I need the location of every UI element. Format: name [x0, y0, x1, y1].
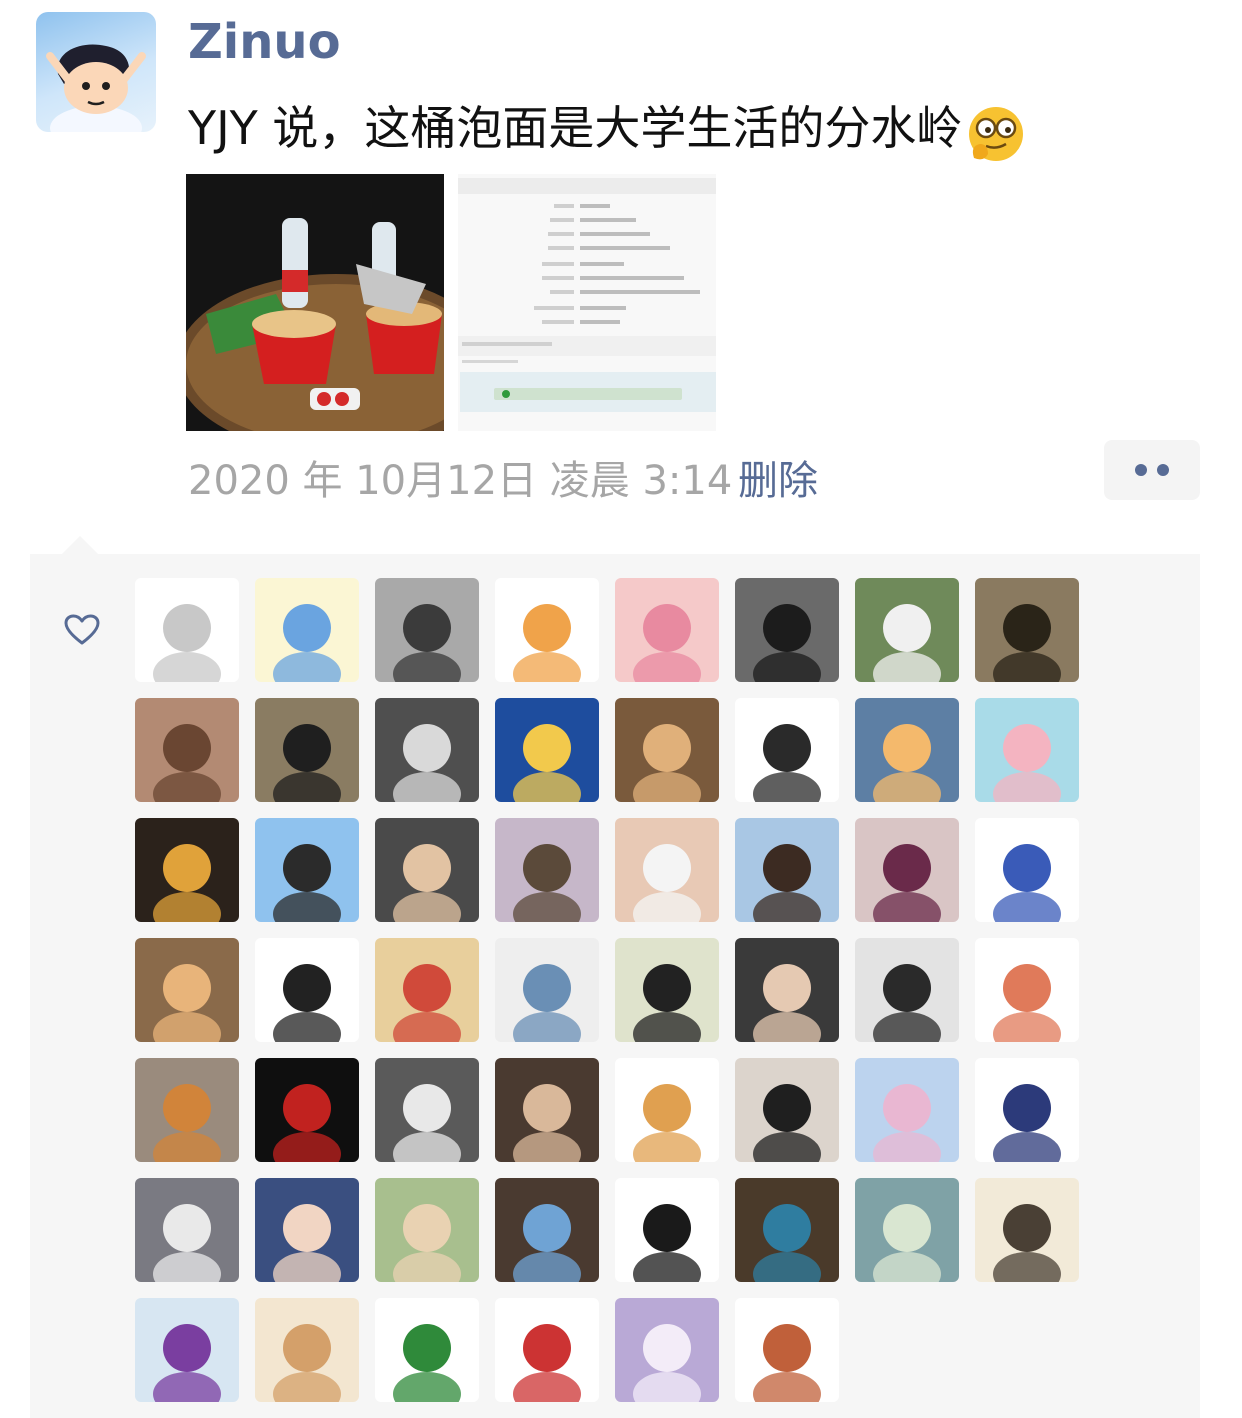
liker-avatar[interactable]: [135, 698, 239, 802]
heart-outline-icon: [64, 614, 100, 650]
liker-avatar[interactable]: [255, 938, 359, 1042]
liker-avatar[interactable]: [975, 938, 1079, 1042]
likes-panel: [30, 554, 1200, 1418]
liker-avatar[interactable]: [375, 938, 479, 1042]
liker-avatar[interactable]: [855, 1058, 959, 1162]
liker-avatar[interactable]: [375, 1298, 479, 1402]
liker-avatar[interactable]: [735, 1058, 839, 1162]
liker-avatar[interactable]: [615, 938, 719, 1042]
liker-avatar[interactable]: [375, 1178, 479, 1282]
liker-avatar[interactable]: [375, 698, 479, 802]
liker-avatar[interactable]: [255, 578, 359, 682]
liker-avatar[interactable]: [135, 1058, 239, 1162]
liker-avatar[interactable]: [495, 1178, 599, 1282]
liker-avatar[interactable]: [855, 578, 959, 682]
ellipsis-icon: [1135, 464, 1147, 476]
delete-button[interactable]: 删除: [738, 448, 818, 506]
liker-avatar[interactable]: [495, 818, 599, 922]
more-button[interactable]: [1104, 440, 1200, 500]
liker-avatar[interactable]: [375, 1058, 479, 1162]
liker-avatar[interactable]: [615, 1058, 719, 1162]
liker-avatar[interactable]: [615, 578, 719, 682]
likes-pointer-arrow: [62, 536, 98, 554]
liker-avatar[interactable]: [255, 698, 359, 802]
liker-avatar[interactable]: [495, 938, 599, 1042]
liker-avatar[interactable]: [735, 1178, 839, 1282]
liker-avatar[interactable]: [615, 1298, 719, 1402]
liker-avatar[interactable]: [375, 818, 479, 922]
liker-avatar[interactable]: [375, 578, 479, 682]
liker-avatar[interactable]: [975, 1178, 1079, 1282]
liker-avatar[interactable]: [975, 698, 1079, 802]
liker-avatar[interactable]: [255, 1298, 359, 1402]
liker-avatar[interactable]: [615, 1178, 719, 1282]
post-text-content: YJY 说，这桶泡面是大学生活的分水岭: [188, 101, 963, 155]
liker-avatar[interactable]: [615, 818, 719, 922]
liker-avatar[interactable]: [855, 1178, 959, 1282]
post-meta: 2020 年 10月12日 凌晨 3:14: [188, 448, 732, 506]
liker-avatar[interactable]: [255, 818, 359, 922]
liker-avatar[interactable]: [735, 578, 839, 682]
liker-avatar[interactable]: [735, 1298, 839, 1402]
liker-avatar[interactable]: [975, 818, 1079, 922]
liker-avatar[interactable]: [735, 698, 839, 802]
user-avatar[interactable]: [36, 12, 156, 132]
username[interactable]: Zinuo: [188, 14, 341, 70]
post-text: YJY 说，这桶泡面是大学生活的分水岭: [188, 92, 1028, 164]
liker-avatar[interactable]: [495, 1298, 599, 1402]
liker-avatar[interactable]: [135, 578, 239, 682]
post-photo-noodles[interactable]: [186, 174, 444, 431]
liker-avatar[interactable]: [495, 578, 599, 682]
liker-avatar[interactable]: [855, 698, 959, 802]
liker-avatar[interactable]: [495, 698, 599, 802]
smirk-glasses-emoji-icon: [964, 100, 1028, 164]
liker-avatar[interactable]: [735, 818, 839, 922]
liker-avatar[interactable]: [735, 938, 839, 1042]
liker-avatar[interactable]: [495, 1058, 599, 1162]
post-time: 凌晨 3:14: [549, 458, 733, 504]
liker-avatar[interactable]: [135, 818, 239, 922]
liker-avatar[interactable]: [615, 698, 719, 802]
ellipsis-icon: [1157, 464, 1169, 476]
liker-avatar[interactable]: [975, 578, 1079, 682]
liker-avatar[interactable]: [975, 1058, 1079, 1162]
liker-avatar[interactable]: [255, 1178, 359, 1282]
liker-avatar[interactable]: [135, 1298, 239, 1402]
liker-avatar[interactable]: [135, 938, 239, 1042]
liker-avatar[interactable]: [855, 938, 959, 1042]
liker-avatar[interactable]: [255, 1058, 359, 1162]
post-date: 2020 年 10月12日: [188, 458, 538, 504]
liker-avatar[interactable]: [135, 1178, 239, 1282]
post-photo-screenshot[interactable]: [458, 174, 716, 431]
liker-avatar[interactable]: [855, 818, 959, 922]
